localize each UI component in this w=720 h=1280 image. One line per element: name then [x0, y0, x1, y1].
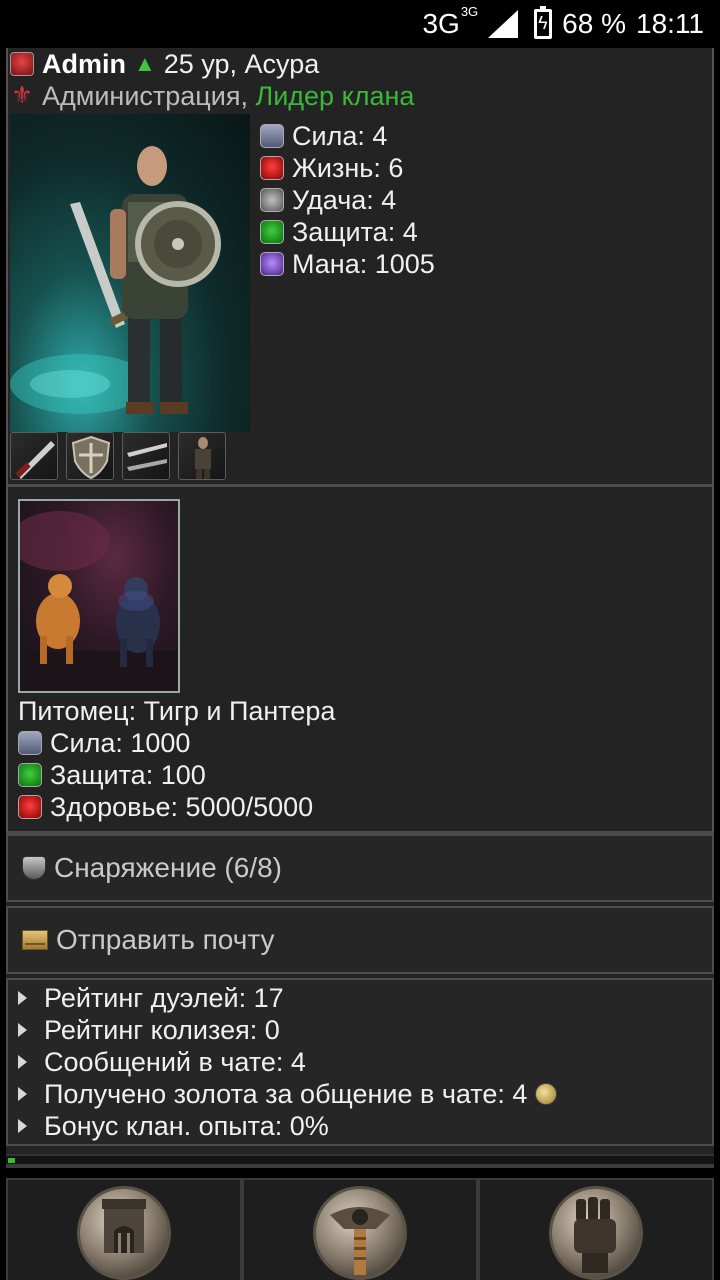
equipment-button[interactable]: Снаряжение (6/8): [6, 834, 714, 902]
tiger-panther-illustration: [20, 511, 178, 691]
mail-icon: [22, 930, 48, 950]
list-item: Сообщений в чате: 4: [12, 1046, 712, 1078]
send-mail-label: Отправить почту: [56, 924, 275, 955]
fist-icon: [549, 1186, 643, 1280]
sword-icon[interactable]: [10, 432, 58, 480]
profile-header: Admin ▲ 25 ур, Асура: [10, 48, 319, 80]
nav-castle-button[interactable]: [6, 1180, 242, 1280]
stat-life: Жизнь: 6: [260, 152, 435, 184]
clock: 18:11: [636, 8, 704, 39]
equipped-items: [10, 432, 226, 482]
bullet-icon: [18, 1055, 28, 1069]
life-icon: [18, 795, 42, 819]
experience-fill: [8, 1158, 15, 1163]
blades-icon[interactable]: [122, 432, 170, 480]
send-mail-button[interactable]: Отправить почту: [6, 906, 714, 974]
network-indicator: 3G 3G: [422, 4, 479, 39]
nav-hero-button[interactable]: [242, 1180, 478, 1280]
stats-info-list: Рейтинг дуэлей: 17 Рейтинг колизея: 0 Со…: [6, 978, 714, 1146]
bullet-icon: [18, 1087, 28, 1101]
life-icon: [260, 156, 284, 180]
profile-group-line: ⚜ Администрация, Лидер клана: [11, 80, 415, 112]
profile-page: Admin ▲ 25 ур, Асура ⚜ Администрация, Ли…: [6, 48, 714, 1168]
character-avatar[interactable]: [10, 114, 250, 432]
defense-icon: [260, 220, 284, 244]
list-item: Рейтинг дуэлей: 17: [12, 982, 712, 1014]
pet-name: Питомец: Тигр и Пантера: [18, 696, 336, 726]
stat-defense: Защита: 4: [260, 216, 435, 248]
power-icon: [260, 124, 284, 148]
username[interactable]: Admin: [42, 49, 126, 80]
equipment-label: Снаряжение (6/8): [54, 852, 283, 883]
list-item: Получено золота за общение в чате: 4: [12, 1078, 712, 1110]
battery-icon: [534, 6, 553, 39]
fleur-de-lis-icon: ⚜: [11, 82, 33, 109]
clan-role[interactable]: Лидер клана: [255, 81, 414, 112]
pet-panel: Питомец: Тигр и Пантера Сила: 1000 Защит…: [6, 484, 714, 834]
warrior-illustration: [10, 146, 221, 414]
list-item: Бонус клан. опыта: 0%: [12, 1110, 712, 1142]
sword-emblem-icon: [313, 1186, 407, 1280]
pet-info: Питомец: Тигр и Пантера Сила: 1000 Защит…: [18, 695, 335, 823]
power-icon: [18, 731, 42, 755]
group-name: Администрация: [42, 80, 241, 111]
stat-mana: Мана: 1005: [260, 248, 435, 280]
battery-level: 68 %: [562, 8, 626, 39]
status-bar: 3G3G 68 % 18:11: [0, 0, 720, 48]
signal-icon: [488, 10, 519, 38]
pet-stat-health: Здоровье: 5000/5000: [18, 791, 335, 823]
shield-icon: [22, 856, 46, 880]
bullet-icon: [18, 1023, 28, 1037]
clan-emblem-icon[interactable]: [10, 52, 34, 76]
level-up-icon: ▲: [134, 51, 156, 76]
gold-coin-icon: [535, 1083, 558, 1105]
mana-icon: [260, 252, 284, 276]
pet-stat-power: Сила: 1000: [18, 727, 335, 759]
character-stats: Сила: 4 Жизнь: 6 Удача: 4 Защита: 4 Мана…: [260, 120, 435, 280]
pet-image[interactable]: [18, 499, 180, 693]
level-race: 25 ур, Асура: [163, 48, 320, 79]
castle-icon: [77, 1186, 171, 1280]
armor-icon[interactable]: [178, 432, 226, 480]
stat-power: Сила: 4: [260, 120, 435, 152]
stat-luck: Удача: 4: [260, 184, 435, 216]
luck-icon: [260, 188, 284, 212]
bullet-icon: [18, 991, 28, 1005]
shield-icon[interactable]: [66, 432, 114, 480]
character-profile: Admin ▲ 25 ур, Асура ⚜ Администрация, Ли…: [6, 48, 714, 484]
bullet-icon: [18, 1119, 28, 1133]
list-item: Рейтинг колизея: 0: [12, 1014, 712, 1046]
bottom-navigation: [6, 1178, 714, 1280]
nav-fist-button[interactable]: [478, 1180, 714, 1280]
defense-icon: [18, 763, 42, 787]
experience-bar: [6, 1154, 714, 1168]
pet-stat-defense: Защита: 100: [18, 759, 335, 791]
